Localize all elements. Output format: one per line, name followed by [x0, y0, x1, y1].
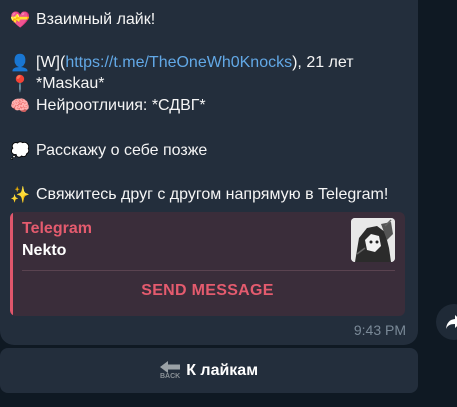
location-text: *Maskau*: [36, 75, 105, 92]
anime-avatar-icon: [351, 218, 395, 262]
back-to-likes-label: К лайкам: [186, 361, 259, 379]
preview-divider: [22, 270, 395, 271]
brain-icon: 🧠: [10, 96, 30, 115]
preview-site-name: Telegram: [22, 220, 92, 237]
forward-button[interactable]: [436, 304, 457, 340]
message-line-about: 💭 Расскажу о себе позже: [10, 141, 207, 161]
user-prefix: [W](: [36, 54, 66, 71]
message-line-location: 📍 *Maskau*: [10, 74, 104, 94]
back-to-likes-button[interactable]: BACK К лайкам: [0, 348, 418, 393]
user-silhouette-icon: 👤: [10, 53, 30, 72]
send-message-button[interactable]: SEND MESSAGE: [10, 282, 405, 300]
message-time: 9:43 PM: [353, 322, 406, 338]
match-text: Взаимный лайк!: [36, 11, 156, 28]
heart-gift-icon: 💝: [10, 10, 30, 29]
bottom-strip: [0, 396, 457, 407]
back-icon-label: BACK: [159, 372, 181, 380]
location-pin-icon: 📍: [10, 74, 30, 93]
preview-title: Nekto: [22, 242, 67, 259]
chat-view: 💝 Взаимный лайк! 👤 [W](https://t.me/TheO…: [0, 0, 457, 407]
message-line-contact: ✨ Свяжитесь друг с другом напрямую в Tel…: [10, 185, 388, 205]
contact-text: Свяжитесь друг с другом напрямую в Teleg…: [36, 186, 389, 203]
link-preview[interactable]: Telegram Nekto SEND MESSAGE: [10, 212, 405, 316]
forward-arrow-icon: [446, 315, 457, 329]
profile-link[interactable]: https://t.me/TheOneWh0Knocks: [65, 53, 292, 73]
message-bubble[interactable]: 💝 Взаимный лайк! 👤 [W](https://t.me/TheO…: [0, 0, 418, 345]
preview-accent-bar: [10, 212, 13, 316]
message-line-user: 👤 [W](https://t.me/TheOneWh0Knocks), 21 …: [10, 53, 354, 73]
user-suffix: ), 21 лет: [292, 54, 354, 71]
message-line-neuro: 🧠 Нейроотличия: *СДВГ*: [10, 96, 206, 116]
thought-bubble-icon: 💭: [10, 141, 30, 160]
back-arrow-icon: BACK: [159, 360, 181, 381]
about-text: Расскажу о себе позже: [36, 142, 208, 159]
sparkles-icon: ✨: [10, 185, 30, 204]
message-line-match: 💝 Взаимный лайк!: [10, 10, 155, 30]
neuro-text: Нейроотличия: *СДВГ*: [36, 97, 206, 114]
